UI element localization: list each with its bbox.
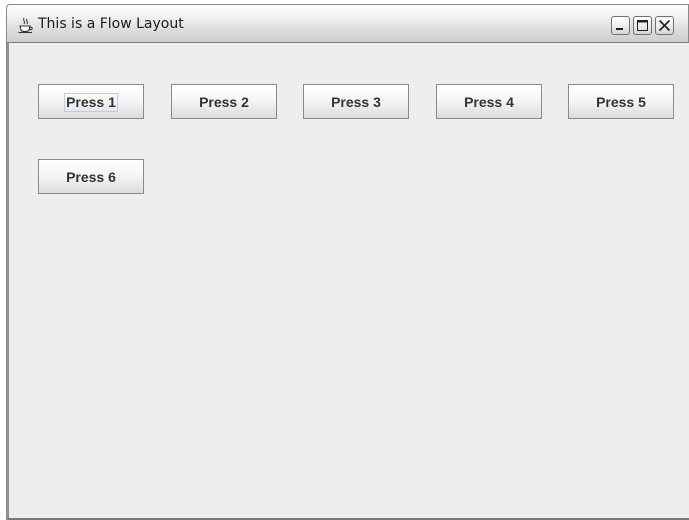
title-bar[interactable]: This is a Flow Layout	[6, 4, 689, 43]
window-title: This is a Flow Layout	[38, 16, 184, 32]
press-2-label: Press 2	[199, 93, 249, 110]
close-icon	[658, 19, 671, 32]
minimize-button[interactable]	[611, 16, 630, 35]
press-1-button[interactable]: Press 1	[38, 84, 144, 119]
press-3-label: Press 3	[331, 93, 381, 110]
java-cup-icon	[17, 17, 34, 34]
press-4-button[interactable]: Press 4	[436, 84, 542, 119]
minimize-icon	[616, 28, 623, 30]
press-5-button[interactable]: Press 5	[568, 84, 674, 119]
press-2-button[interactable]: Press 2	[171, 84, 277, 119]
press-1-label: Press 1	[64, 92, 118, 112]
press-6-button[interactable]: Press 6	[38, 159, 144, 194]
press-5-label: Press 5	[596, 93, 646, 110]
press-3-button[interactable]: Press 3	[303, 84, 409, 119]
close-button[interactable]	[655, 16, 674, 35]
press-6-label: Press 6	[66, 168, 116, 185]
maximize-button[interactable]	[633, 16, 652, 35]
flow-layout-panel: Press 1 Press 2 Press 3 Press 4 Press 5 …	[6, 43, 689, 520]
maximize-icon	[637, 20, 648, 31]
press-4-label: Press 4	[464, 93, 514, 110]
application-window: This is a Flow Layout Press 1 Press 2 Pr…	[0, 0, 689, 520]
